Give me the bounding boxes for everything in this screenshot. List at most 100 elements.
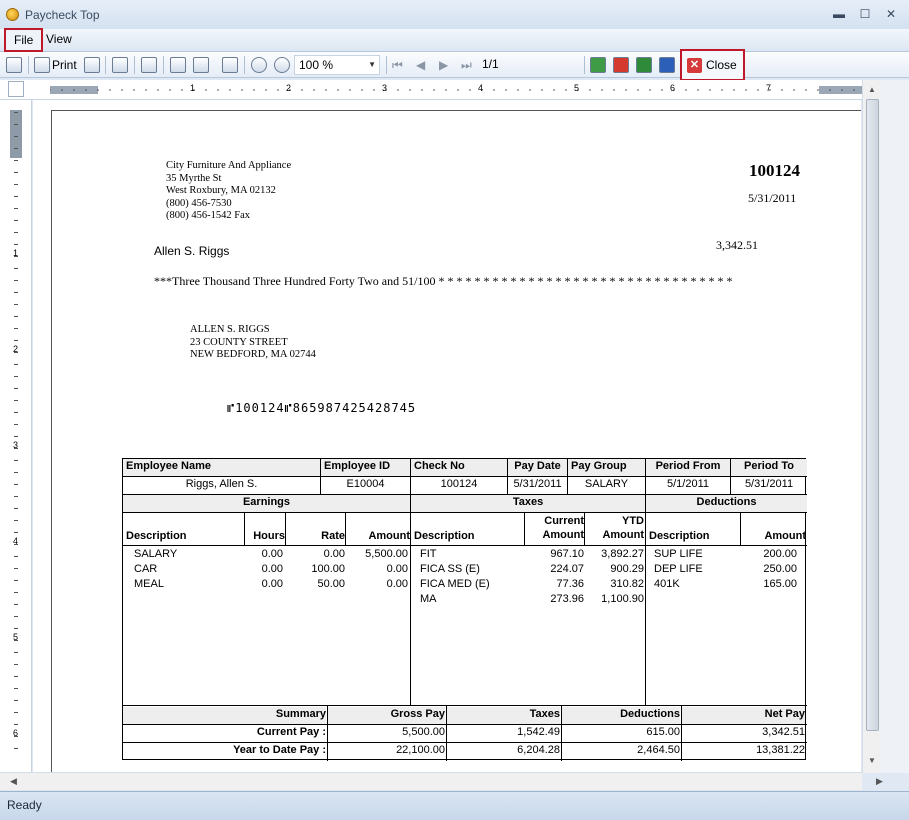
- period-from-value: 5/1/2011: [666, 478, 709, 490]
- export-pdf-button[interactable]: [613, 56, 629, 74]
- earning-description: MEAL: [134, 578, 164, 590]
- ruler-label: 6: [670, 83, 676, 93]
- summary-label: Summary: [123, 707, 326, 724]
- summary-net-pay: 3,342.51: [762, 726, 805, 738]
- report-page: City Furniture And Appliance 35 Myrthe S…: [51, 110, 861, 772]
- single-page-button[interactable]: [170, 56, 186, 74]
- zoom-in-button[interactable]: [274, 56, 290, 74]
- ruler-label: 5: [13, 632, 19, 642]
- ruler-label: 4: [13, 536, 19, 546]
- last-page-button[interactable]: ⏭: [461, 56, 472, 74]
- first-page-button[interactable]: ⏮: [392, 56, 403, 74]
- xls-icon: [636, 57, 652, 73]
- scroll-right-icon[interactable]: ▶: [876, 776, 883, 787]
- deduction-amount: 165.00: [763, 578, 797, 590]
- scroll-up-icon[interactable]: ▲: [868, 85, 876, 94]
- address-city: NEW BEDFORD, MA 02744: [190, 349, 316, 360]
- tax-col-description: Description: [414, 530, 475, 542]
- col-employee-name: Employee Name: [123, 459, 320, 476]
- vertical-scrollbar[interactable]: ▲ ▼: [862, 80, 909, 773]
- summary-col-net: Net Pay: [682, 707, 805, 724]
- close-label: Close: [706, 58, 737, 72]
- check-no-value: 100124: [440, 478, 478, 490]
- export-xls-button[interactable]: [636, 56, 652, 74]
- menu-view[interactable]: View: [38, 29, 80, 52]
- zoom-in-icon: [274, 57, 290, 73]
- address-name: ALLEN S. RIGGS: [190, 324, 270, 335]
- company-fax: (800) 456-1542 Fax: [166, 210, 250, 221]
- check-number: 100124: [749, 161, 800, 180]
- ruler-label: 2: [286, 83, 292, 93]
- continuous-icon: [222, 57, 238, 73]
- next-page-button[interactable]: ▶: [439, 56, 448, 74]
- col-check-no: Check No: [411, 459, 507, 476]
- col-period-from: Period From: [646, 459, 730, 476]
- ruler-label: 4: [478, 83, 484, 93]
- print-button[interactable]: Print: [34, 56, 77, 74]
- export-excel-button[interactable]: [590, 56, 606, 74]
- close-window-button[interactable]: ✕: [881, 6, 901, 22]
- excel-icon: [590, 57, 606, 73]
- continuous-button[interactable]: [222, 56, 238, 74]
- multi-page-icon: [193, 57, 209, 73]
- summary-row-label: Year to Date Pay :: [233, 744, 326, 756]
- document-map-button[interactable]: [6, 56, 22, 74]
- find-button[interactable]: [141, 56, 157, 74]
- status-bar: Ready: [0, 791, 909, 820]
- title-bar: Paycheck Top ▬ ☐ ✕: [0, 0, 909, 29]
- zoom-select[interactable]: 100 % ▼: [294, 55, 380, 75]
- ruler-label: 3: [382, 83, 388, 93]
- pay-stub: Employee Name Employee ID Check No Pay D…: [122, 458, 807, 761]
- company-name: City Furniture And Appliance: [166, 160, 292, 171]
- word-icon: [659, 57, 675, 73]
- status-text: Ready: [7, 798, 42, 812]
- export-word-button[interactable]: [659, 56, 675, 74]
- summary-taxes: 1,542.49: [517, 726, 560, 738]
- deduction-description: 401K: [654, 578, 680, 590]
- employee-name-value: Riggs, Allen S.: [185, 478, 258, 490]
- quick-print-button[interactable]: [84, 56, 100, 74]
- zoom-out-button[interactable]: [251, 56, 267, 74]
- scroll-left-icon[interactable]: ◀: [10, 776, 17, 787]
- maximize-button[interactable]: ☐: [855, 6, 875, 22]
- page-indicator: 1/1: [482, 57, 499, 71]
- horizontal-scrollbar[interactable]: ◀ ▶: [0, 772, 883, 790]
- address-street: 23 COUNTY STREET: [190, 336, 288, 348]
- vertical-scroll-thumb[interactable]: [866, 99, 879, 731]
- earning-rate: 50.00: [317, 578, 345, 590]
- pay-group-value: SALARY: [584, 478, 629, 490]
- ded-col-amount: Amount: [764, 530, 806, 542]
- earn-col-amount: Amount: [368, 530, 410, 542]
- ruler-label: 3: [13, 440, 19, 450]
- scroll-down-icon[interactable]: ▼: [868, 756, 876, 765]
- quick-print-icon: [84, 57, 100, 73]
- check-date: 5/31/2011: [748, 191, 797, 205]
- copy-icon: [112, 57, 128, 73]
- multi-page-button[interactable]: [193, 56, 209, 74]
- pay-date-value: 5/31/2011: [513, 478, 562, 490]
- copy-button[interactable]: [112, 56, 128, 74]
- summary-col-taxes: Taxes: [447, 707, 560, 724]
- close-button[interactable]: ✕ Close: [680, 49, 745, 81]
- col-pay-date: Pay Date: [508, 459, 567, 476]
- close-icon: ✕: [687, 57, 702, 73]
- summary-col-deductions: Deductions: [562, 707, 680, 724]
- summary-deductions: 615.00: [646, 726, 680, 738]
- minimize-button[interactable]: ▬: [829, 6, 849, 22]
- prev-page-button[interactable]: ◀: [416, 56, 425, 74]
- report-viewport[interactable]: City Furniture And Appliance 35 Myrthe S…: [33, 100, 861, 772]
- company-city: West Roxbury, MA 02132: [166, 185, 276, 196]
- summary-gross-pay: 22,100.00: [396, 744, 445, 756]
- earn-col-description: Description: [126, 530, 187, 542]
- period-to-value: 5/31/2011: [744, 478, 794, 490]
- vertical-scroll-track[interactable]: ▲ ▼: [862, 80, 880, 773]
- company-address: City Furniture And Appliance 35 Myrthe S…: [166, 160, 291, 223]
- document-map-icon: [6, 57, 22, 73]
- toolbar: Print 100 % ▼ ⏮ ◀ ▶ ⏭ 1/1 ✕ Close: [0, 49, 909, 81]
- payee-name: Allen S. Riggs: [154, 244, 230, 258]
- employee-id-value: E10004: [346, 478, 385, 490]
- ruler-label: 1: [190, 83, 196, 93]
- earning-hours: 0.00: [261, 578, 283, 590]
- micr-line: ⑈100124⑈865987425428745: [227, 401, 417, 415]
- menu-bar: File View: [0, 28, 909, 52]
